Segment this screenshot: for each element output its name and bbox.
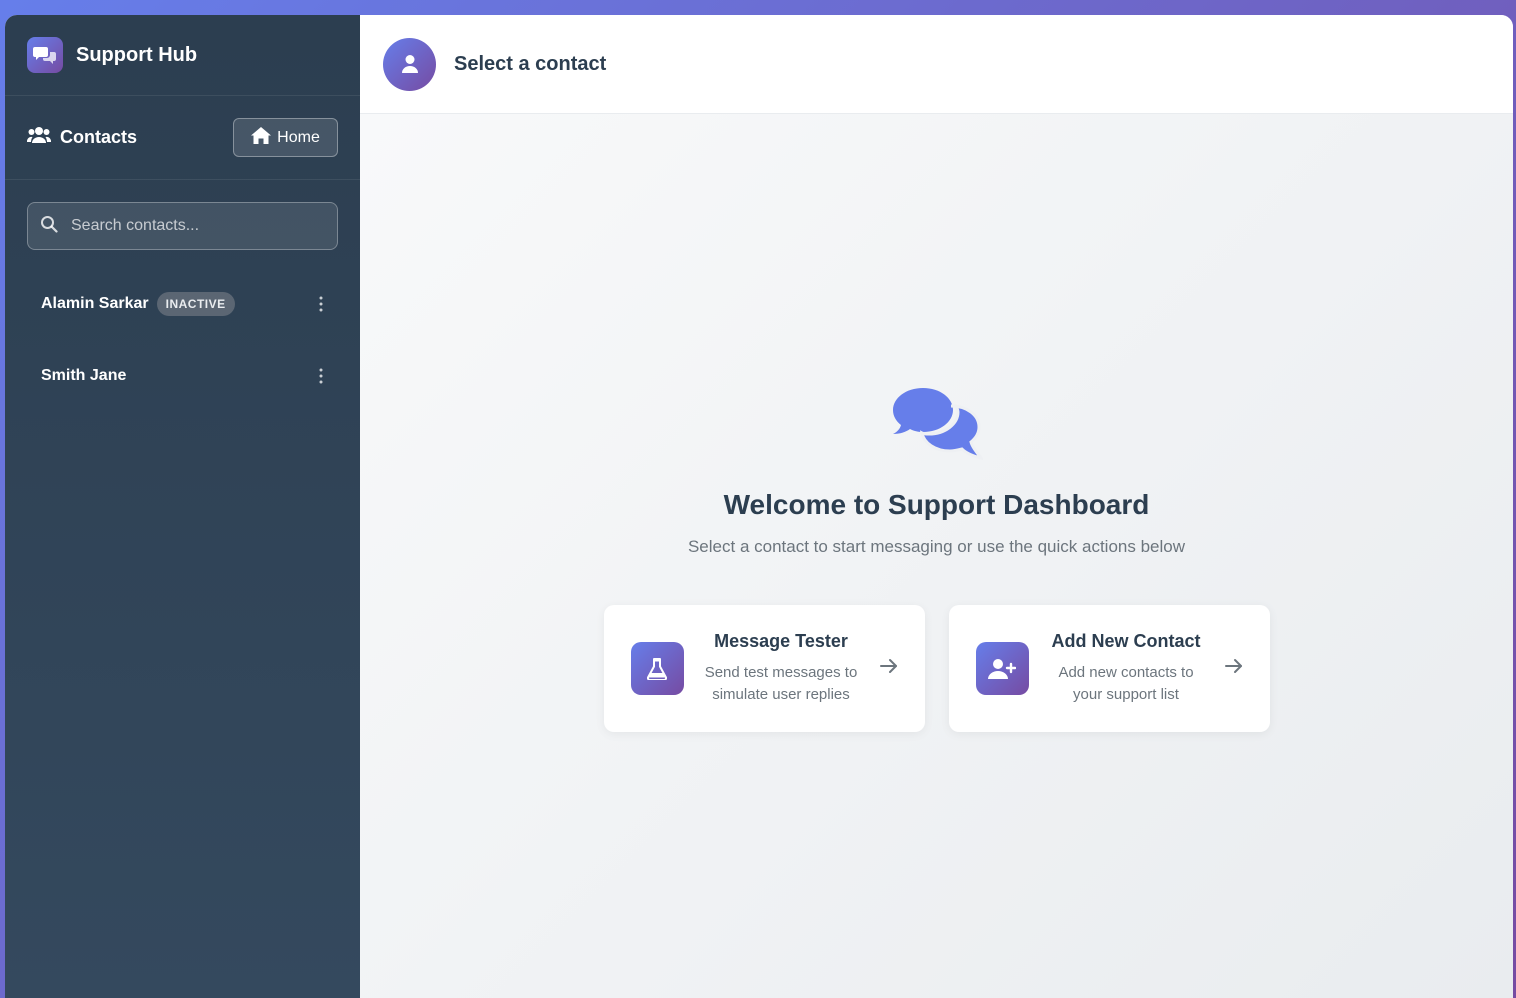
brand: Support Hub	[5, 15, 360, 96]
action-title: Add New Contact	[1051, 631, 1201, 651]
more-options-icon[interactable]	[312, 292, 330, 316]
sidebar: Support Hub Contacts Home Search contact…	[5, 15, 360, 998]
quick-actions: Message Tester Send test messages to sim…	[603, 605, 1270, 732]
arrow-right-icon	[1224, 658, 1244, 674]
action-title: Message Tester	[714, 631, 848, 651]
search-input[interactable]	[71, 217, 311, 235]
more-options-icon[interactable]	[312, 364, 330, 388]
action-desc-line: your support list	[1073, 686, 1179, 703]
welcome-area: Welcome to Support Dashboard Select a co…	[360, 114, 1513, 998]
avatar	[383, 37, 436, 91]
search-icon	[40, 215, 58, 238]
action-desc-line: Send test messages to	[704, 664, 858, 681]
contact-list: Alamin Sarkar INACTIVE Smith Jane	[5, 268, 360, 412]
arrow-right-icon	[879, 658, 899, 674]
app-window: Support Hub Contacts Home Search contact…	[5, 15, 1513, 998]
chat-logo-icon	[27, 37, 63, 73]
welcome-subtitle: Select a contact to start messaging or u…	[687, 537, 1186, 556]
message-tester-card[interactable]: Message Tester Send test messages to sim…	[603, 605, 925, 732]
welcome-panel: Welcome to Support Dashboard Select a co…	[360, 386, 1513, 732]
contact-name: Alamin Sarkar	[41, 295, 149, 312]
contacts-heading: Contacts	[26, 126, 138, 149]
brand-title: Support Hub	[76, 43, 198, 66]
contacts-heading-label: Contacts	[60, 127, 138, 147]
contact-name: Smith Jane	[41, 367, 127, 384]
welcome-title: Welcome to Support Dashboard	[723, 489, 1150, 520]
users-icon	[26, 126, 52, 149]
user-plus-icon	[975, 642, 1029, 695]
home-button-label: Home	[277, 128, 320, 146]
main-panel: Select a contact Welcome to Support Dash…	[360, 15, 1513, 998]
home-icon	[251, 126, 272, 149]
contact-item-alamin-sarkar[interactable]: Alamin Sarkar INACTIVE	[5, 268, 360, 340]
action-desc-line: simulate user replies	[712, 686, 850, 703]
status-badge: INACTIVE	[156, 292, 235, 316]
add-contact-card[interactable]: Add New Contact Add new contacts to your…	[948, 605, 1270, 732]
home-button[interactable]: Home	[233, 118, 338, 157]
action-desc-line: Add new contacts to	[1058, 664, 1194, 681]
contact-item-smith-jane[interactable]: Smith Jane	[5, 340, 360, 412]
comments-icon	[891, 386, 985, 465]
page-title: Select a contact	[454, 52, 607, 75]
search-box[interactable]	[27, 202, 338, 250]
contacts-bar: Contacts Home	[5, 96, 360, 180]
search-wrap	[5, 180, 360, 250]
user-icon	[401, 55, 418, 73]
chat-header: Select a contact	[360, 15, 1513, 114]
flask-icon	[630, 642, 684, 695]
